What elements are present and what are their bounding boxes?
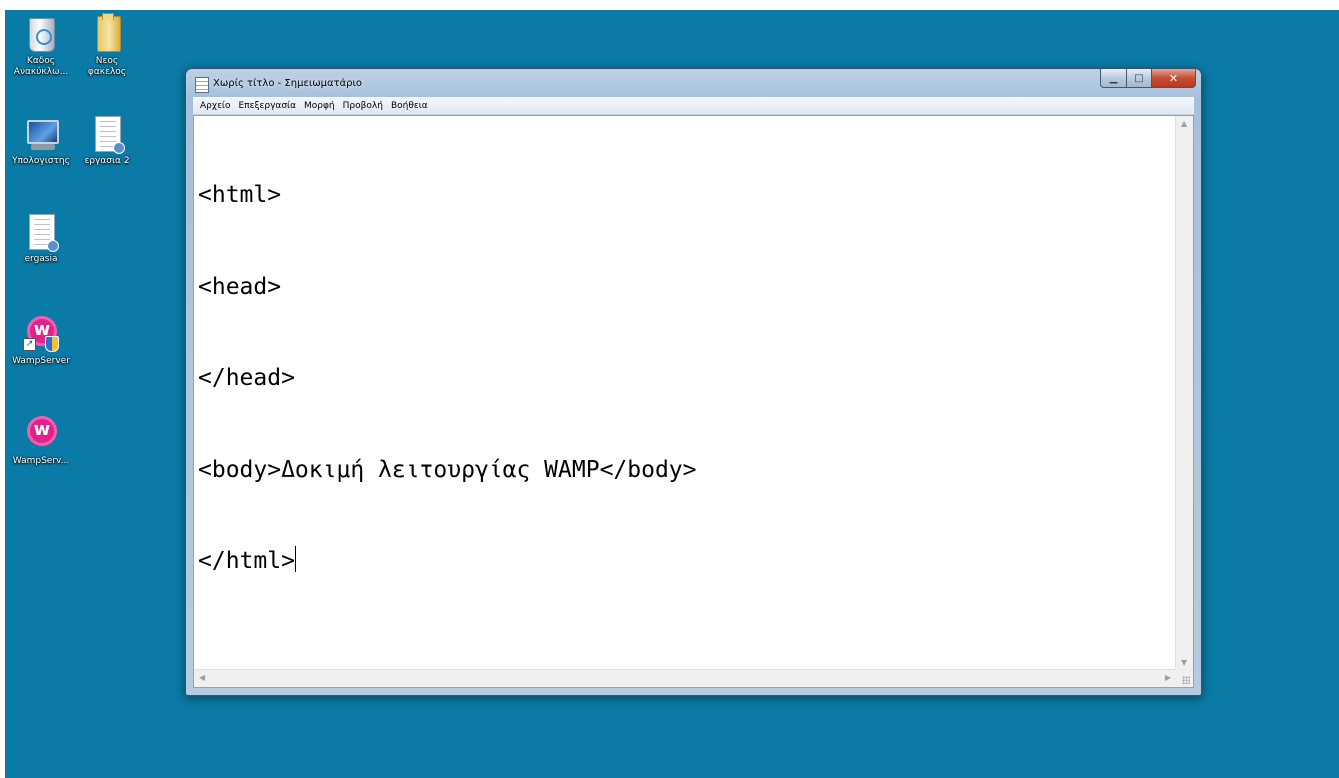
ergasia-2-shortcut[interactable]: εργασια 2: [73, 114, 141, 167]
folder-icon: [87, 13, 127, 54]
ergasia-shortcut[interactable]: ergasia: [7, 212, 75, 265]
editor-line: </head>: [198, 365, 295, 391]
desktop-icon-label: Καδος Ανακύκλω...: [13, 56, 69, 77]
shield-icon: [45, 336, 59, 352]
editor-line: <head>: [198, 273, 282, 300]
maximize-icon: □: [1134, 72, 1144, 84]
editor-line: </html>: [198, 548, 295, 574]
scroll-left-icon[interactable]: ◀: [199, 673, 205, 682]
editor-text-area[interactable]: <html> <head> </head> <body>Δοκιμή λειτο…: [198, 119, 1171, 667]
scroll-right-icon[interactable]: ▶: [1165, 673, 1171, 682]
resize-grip-icon[interactable]: [1176, 670, 1193, 687]
shortcut-arrow-icon: ↗: [23, 338, 36, 351]
caption-buttons: ▁ □ ✕: [1100, 69, 1196, 88]
text-editor[interactable]: <html> <head> </head> <body>Δοκιμή λειτο…: [193, 115, 1194, 688]
editor-line-last: </html>: [198, 546, 1171, 577]
menu-file[interactable]: Αρχείο: [196, 101, 235, 111]
minimize-button[interactable]: ▁: [1100, 69, 1127, 88]
menu-help[interactable]: Βοήθεια: [387, 101, 432, 111]
menu-format[interactable]: Μορφή: [300, 101, 339, 111]
wampserver-icon: ↗: [21, 314, 61, 354]
desktop-icon-label: ergasia: [24, 254, 58, 264]
desktop-icon-label: εργασια 2: [84, 156, 130, 166]
editor-line: <html>: [198, 182, 282, 208]
document-icon: [87, 114, 127, 154]
new-folder-shortcut[interactable]: Νεος φακελος: [73, 13, 141, 78]
close-button[interactable]: ✕: [1152, 69, 1196, 88]
desktop-icon-label: Νεος φακελος: [87, 56, 127, 77]
minimize-icon: ▁: [1109, 72, 1118, 84]
menu-view[interactable]: Προβολή: [339, 101, 387, 111]
computer-shortcut[interactable]: Υπολογιστης: [7, 114, 75, 167]
recycle-bin-icon: [21, 14, 61, 54]
scroll-up-icon[interactable]: ▲: [1181, 119, 1187, 128]
window-title: Χωρίς τίτλο - Σημειωματάριο: [213, 78, 363, 89]
text-caret: [294, 546, 296, 572]
maximize-button[interactable]: □: [1127, 69, 1152, 88]
menu-bar: Αρχείο Επεξεργασία Μορφή Προβολή Βοήθεια: [193, 97, 1194, 115]
desktop-icon-label: WampServ...: [12, 456, 70, 466]
horizontal-scrollbar[interactable]: ◀ ▶: [194, 669, 1176, 687]
menu-edit[interactable]: Επεξεργασία: [235, 101, 301, 111]
close-icon: ✕: [1168, 71, 1179, 85]
wampserver-shortcut[interactable]: ↗ WampServer: [7, 314, 75, 367]
wampserver-icon: [21, 414, 61, 454]
scroll-down-icon[interactable]: ▼: [1181, 658, 1187, 667]
title-bar[interactable]: Χωρίς τίτλο - Σημειωματάριο ▁ □ ✕: [186, 69, 1201, 97]
desktop-icon-label: Υπολογιστης: [12, 156, 70, 166]
notepad-icon[interactable]: [195, 77, 209, 93]
wampserver-2-shortcut[interactable]: WampServ...: [7, 414, 75, 467]
desktop-icon-label: WampServer: [12, 356, 70, 366]
recycle-bin-shortcut[interactable]: Καδος Ανακύκλω...: [7, 14, 75, 78]
document-icon: [21, 212, 61, 252]
editor-line: <body>Δοκιμή λειτουργίας WAMP</body>: [198, 456, 697, 483]
vertical-scrollbar[interactable]: ▲ ▼: [1175, 116, 1193, 670]
notepad-window: Χωρίς τίτλο - Σημειωματάριο ▁ □ ✕ Αρχείο…: [185, 68, 1202, 696]
computer-icon: [21, 114, 61, 154]
